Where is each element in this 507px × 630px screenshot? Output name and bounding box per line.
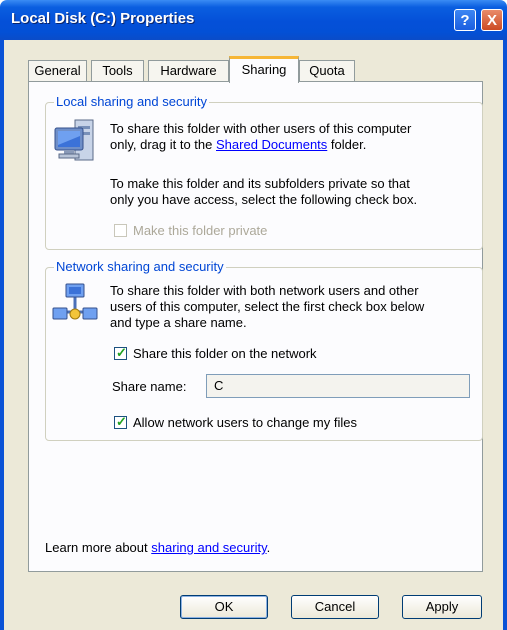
allow-change-checkbox[interactable]: ✓ <box>114 414 127 429</box>
tab-quota[interactable]: Quota <box>299 60 355 82</box>
ok-button[interactable]: OK <box>180 595 268 619</box>
network-sharing-title: Network sharing and security <box>54 259 226 274</box>
learn-more-prefix: Learn more about <box>45 540 148 555</box>
checkmark-icon: ✓ <box>116 345 127 360</box>
local-sharing-line1: To share this folder with other users of… <box>110 121 412 136</box>
tab-general[interactable]: General <box>28 60 87 82</box>
cancel-button[interactable]: Cancel <box>291 595 379 619</box>
learn-more-suffix: . <box>266 540 271 555</box>
tab-sharing[interactable]: Sharing <box>229 56 299 83</box>
help-button[interactable]: ? <box>454 9 476 31</box>
shared-documents-link[interactable]: Shared Documents <box>216 137 327 152</box>
make-private-label: Make this folder private <box>133 223 268 238</box>
tab-tools[interactable]: Tools <box>91 60 144 82</box>
local-sharing-line2-prefix: only, drag it to the <box>110 137 213 152</box>
network-sharing-line3: and type a share name. <box>110 315 247 330</box>
share-folder-checkbox[interactable]: ✓ <box>114 345 127 360</box>
share-name-label: Share name: <box>112 379 187 394</box>
private-instructions-line1: To make this folder and its subfolders p… <box>110 176 410 191</box>
close-button[interactable]: X <box>481 9 503 31</box>
network-sharing-line1: To share this folder with both network u… <box>110 283 419 298</box>
learn-more-text: Learn more about sharing and security. <box>45 540 270 556</box>
allow-change-label: Allow network users to change my files <box>133 415 357 430</box>
sharing-security-link[interactable]: sharing and security <box>151 540 266 555</box>
checkmark-icon: ✓ <box>116 414 127 429</box>
network-icon <box>52 283 98 320</box>
computer-icon <box>54 119 94 161</box>
share-name-input[interactable]: C <box>206 374 470 398</box>
apply-button[interactable]: Apply <box>402 595 482 619</box>
private-instructions-line2: only you have access, select the followi… <box>110 192 418 207</box>
window-title: Local Disk (C:) Properties <box>11 10 195 27</box>
local-sharing-title: Local sharing and security <box>54 94 210 109</box>
network-sharing-line2: users of this computer, select the first… <box>110 299 425 314</box>
share-folder-label: Share this folder on the network <box>133 346 317 361</box>
local-sharing-line2-suffix: folder. <box>330 137 367 152</box>
title-bar: Local Disk (C:) Properties ? X <box>0 0 507 40</box>
make-private-checkbox[interactable] <box>114 224 127 237</box>
tab-hardware[interactable]: Hardware <box>148 60 229 82</box>
local-sharing-line2: only, drag it to the Shared Documents fo… <box>110 137 366 153</box>
